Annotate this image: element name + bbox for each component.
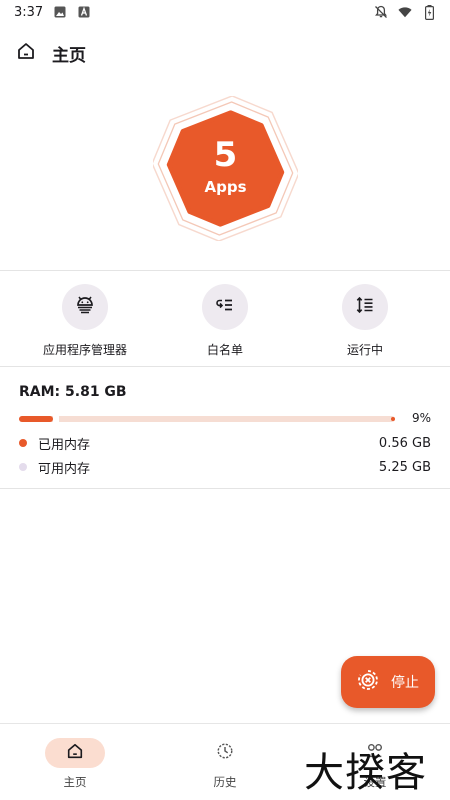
nav-home[interactable]: 主页 <box>0 738 150 790</box>
ram-total: RAM: 5.81 GB <box>19 384 127 400</box>
used-memory-dot <box>19 439 27 447</box>
running-icon-circle[interactable] <box>342 284 388 330</box>
divider <box>0 270 450 271</box>
used-memory-row: 已用内存 0.56 GB <box>19 432 433 454</box>
ram-usage-bar: 9% <box>19 408 433 428</box>
app-manager-button[interactable]: 应用程序管理器 <box>25 284 145 358</box>
stop-button[interactable]: 停止 <box>341 656 435 708</box>
app-notification-icon <box>77 5 91 19</box>
used-memory-label: 已用内存 <box>38 437 91 453</box>
ram-bar-used <box>19 416 53 422</box>
nav-history[interactable]: 历史 <box>150 738 300 790</box>
ram-section: RAM: 5.81 GB 9% 已用内存 0.56 GB 可用内存 5.25 G… <box>19 384 433 478</box>
history-icon <box>216 742 234 764</box>
running-icon <box>354 294 376 320</box>
running-label: 运行中 <box>346 343 383 357</box>
home-icon[interactable] <box>16 41 36 65</box>
ram-bar-end-dot <box>391 417 395 421</box>
nav-home-label: 主页 <box>63 775 87 789</box>
free-memory-label: 可用内存 <box>38 461 91 477</box>
image-notification-icon <box>53 5 67 19</box>
app-count-badge: 5 Apps <box>151 95 300 242</box>
stop-label: 停止 <box>391 675 419 691</box>
quick-actions: 应用程序管理器 白名单 运行中 <box>0 284 450 357</box>
page-title: 主页 <box>52 45 86 66</box>
free-memory-value: 5.25 GB <box>378 459 431 475</box>
home-icon <box>66 742 84 764</box>
app-manager-icon-circle[interactable] <box>62 284 108 330</box>
used-memory-value: 0.56 GB <box>378 435 431 451</box>
nav-home-indicator[interactable] <box>45 738 105 768</box>
divider <box>0 366 450 367</box>
watermark-logo: 大揆客 <box>304 750 427 796</box>
whitelist-icon <box>214 294 236 320</box>
free-memory-dot <box>19 463 27 471</box>
ram-bar-track <box>19 416 395 422</box>
notifications-off-icon <box>374 5 388 19</box>
whitelist-label: 白名单 <box>206 343 243 357</box>
android-icon <box>74 294 96 320</box>
app-count-value: 5 <box>213 134 238 175</box>
status-time: 3:37 <box>14 4 44 20</box>
nav-history-indicator[interactable] <box>195 738 255 768</box>
app-count-label: Apps <box>204 177 247 196</box>
wifi-icon <box>398 5 412 19</box>
whitelist-icon-circle[interactable] <box>202 284 248 330</box>
stop-icon <box>357 669 379 695</box>
free-memory-row: 可用内存 5.25 GB <box>19 456 433 478</box>
running-button[interactable]: 运行中 <box>305 284 425 358</box>
nav-history-label: 历史 <box>213 775 237 789</box>
ram-bar-gap <box>53 414 59 424</box>
app-manager-label: 应用程序管理器 <box>42 343 127 357</box>
battery-icon <box>422 4 436 20</box>
whitelist-button[interactable]: 白名单 <box>165 284 285 358</box>
header: 主页 <box>0 38 450 68</box>
ram-percent: 9% <box>411 411 431 425</box>
divider <box>0 488 450 489</box>
status-bar: 3:37 <box>0 0 450 24</box>
